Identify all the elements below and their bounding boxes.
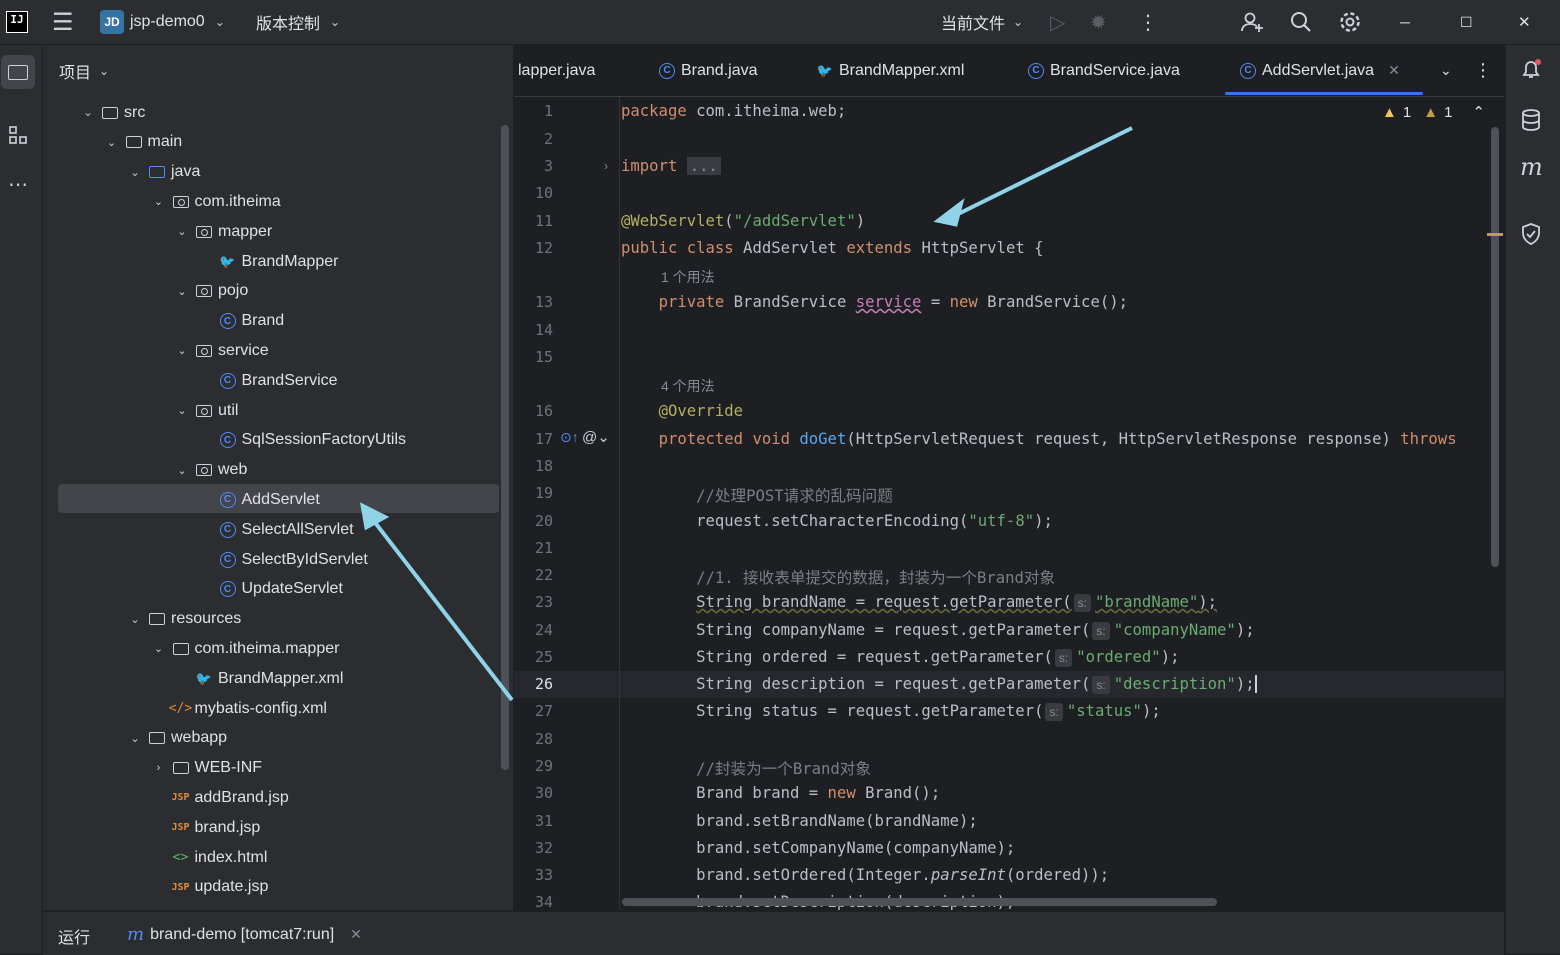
annotation-overlay xyxy=(360,126,1133,702)
arrowhead-icon xyxy=(360,502,390,531)
arrowhead-icon xyxy=(933,198,965,227)
annotation-arrow-to-webservlet xyxy=(949,126,1133,220)
annotation-arrow-to-addservlet xyxy=(368,514,514,702)
